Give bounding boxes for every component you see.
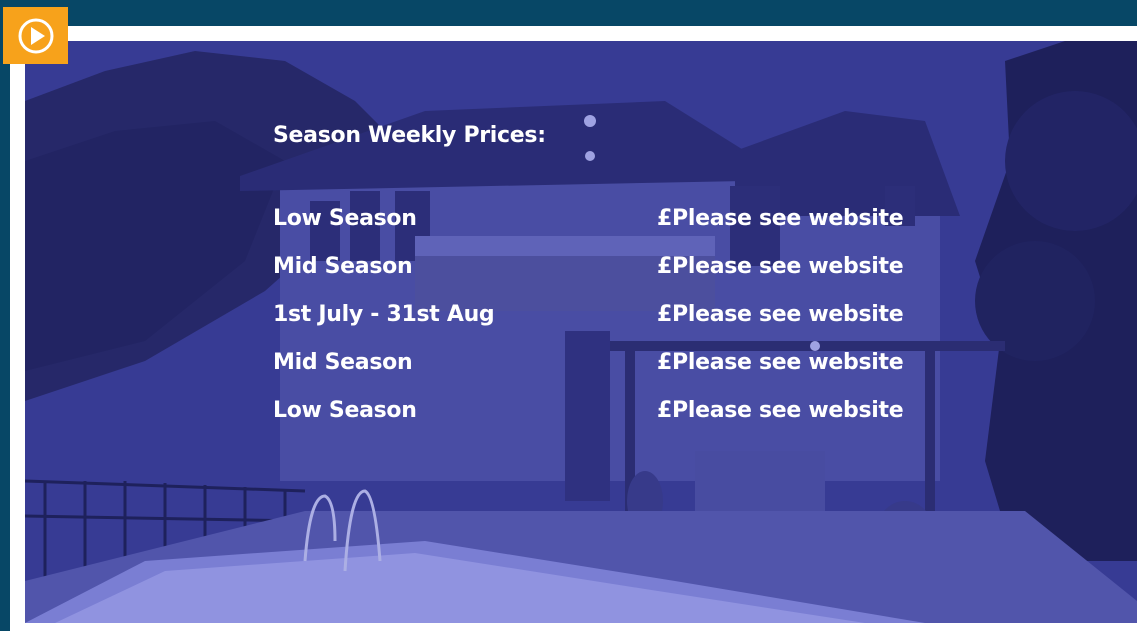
season-label: Low Season (273, 206, 417, 231)
season-label: Low Season (273, 398, 417, 423)
price-row: Mid Season £Please see website (273, 254, 973, 302)
season-prices-panel: Season Weekly Prices: Low Season £Please… (273, 123, 973, 446)
price-row: Mid Season £Please see website (273, 350, 973, 398)
frame-top-border (10, 26, 1137, 41)
season-label: 1st July - 31st Aug (273, 302, 495, 327)
season-price: £Please see website (657, 350, 904, 375)
play-button[interactable] (3, 7, 68, 64)
price-row: 1st July - 31st Aug £Please see website (273, 302, 973, 350)
villa-background-photo: Season Weekly Prices: Low Season £Please… (25, 41, 1137, 623)
top-bar (0, 0, 1137, 26)
season-price: £Please see website (657, 302, 904, 327)
season-label: Mid Season (273, 350, 413, 375)
season-price: £Please see website (657, 206, 904, 231)
frame-left-border (10, 26, 25, 631)
season-price: £Please see website (657, 398, 904, 423)
prices-title: Season Weekly Prices: (273, 123, 546, 148)
season-price: £Please see website (657, 254, 904, 279)
season-label: Mid Season (273, 254, 413, 279)
play-circle-icon (18, 18, 53, 53)
frame-bottom-border (10, 623, 1137, 631)
slide-stage: Season Weekly Prices: Low Season £Please… (0, 0, 1137, 631)
price-row: Low Season £Please see website (273, 398, 973, 446)
price-row: Low Season £Please see website (273, 206, 973, 254)
